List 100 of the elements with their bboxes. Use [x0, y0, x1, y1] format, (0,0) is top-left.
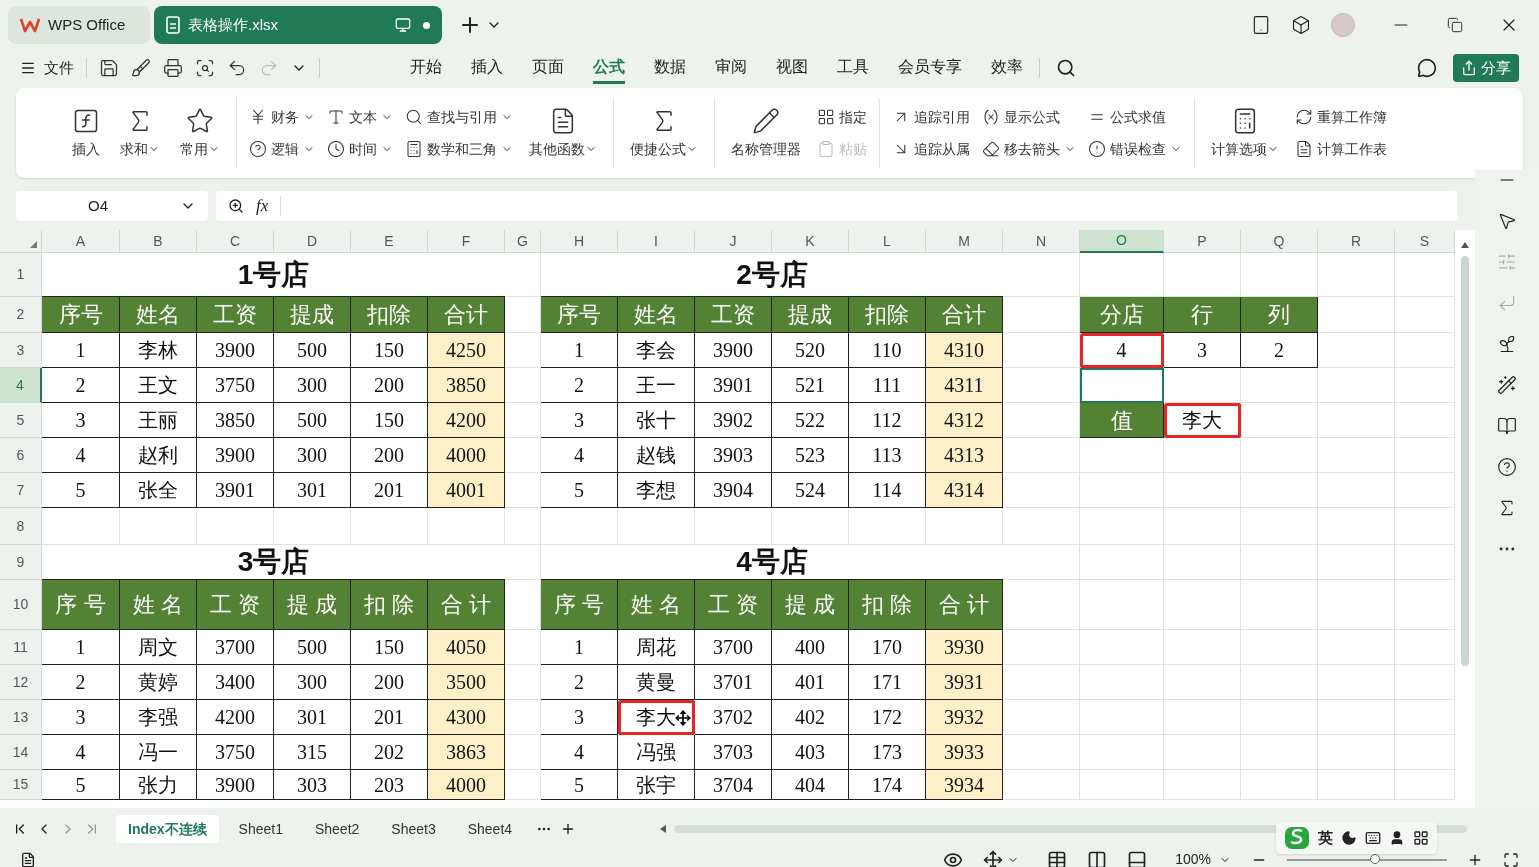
ribbon-button[interactable]: 重算工作簿	[1291, 101, 1391, 133]
select-all-icon[interactable]	[30, 241, 37, 248]
column-header[interactable]: C	[197, 230, 274, 253]
row-header[interactable]: 4	[0, 368, 42, 403]
ribbon-button[interactable]: 移去箭头	[978, 133, 1080, 165]
row-header[interactable]: 15	[0, 770, 42, 800]
menu-tab[interactable]: 开始	[410, 52, 442, 84]
row-header[interactable]: 11	[0, 630, 42, 665]
menu-tab[interactable]: 效率	[991, 52, 1023, 84]
column-header[interactable]: B	[120, 230, 197, 253]
column-header[interactable]: E	[351, 230, 428, 253]
row-header[interactable]: 10	[0, 580, 42, 630]
restore-icon[interactable]	[1447, 17, 1463, 33]
ribbon-button[interactable]: 常用	[172, 102, 228, 164]
column-header[interactable]: L	[849, 230, 926, 253]
page-break-icon[interactable]	[1127, 849, 1148, 867]
pointer-icon[interactable]	[1497, 211, 1517, 231]
move-icon[interactable]	[983, 849, 1004, 867]
status-icon[interactable]	[20, 851, 36, 867]
menu-tab[interactable]: 页面	[532, 52, 564, 84]
column-header[interactable]: R	[1318, 230, 1395, 253]
column-header[interactable]: G	[505, 230, 541, 253]
book-icon[interactable]	[1497, 416, 1517, 436]
row-header[interactable]: 13	[0, 700, 42, 735]
menu-tab[interactable]: 工具	[837, 52, 869, 84]
scroll-left-icon[interactable]	[660, 825, 667, 833]
search-icon[interactable]	[1056, 58, 1076, 78]
file-menu-button[interactable]: 文件	[20, 56, 74, 80]
ribbon-button[interactable]: 名称管理器	[723, 102, 809, 164]
ribbon-button[interactable]: 数学和三角	[401, 133, 517, 165]
print-preview-icon[interactable]	[195, 58, 215, 78]
ribbon-button[interactable]: 错误检查	[1084, 133, 1186, 165]
ribbon-button[interactable]: 公式求值	[1084, 101, 1186, 133]
column-header[interactable]: O	[1080, 230, 1164, 253]
ribbon-button[interactable]: 求和	[112, 102, 168, 164]
column-header[interactable]: M	[926, 230, 1003, 253]
selected-cell[interactable]	[1080, 368, 1164, 403]
ribbon-button[interactable]: 计算工作表	[1291, 133, 1391, 165]
ribbon-button[interactable]: 显示公式	[978, 101, 1080, 133]
ribbon-button[interactable]: 逻辑	[245, 133, 319, 165]
normal-view-icon[interactable]	[1047, 849, 1068, 867]
undo-icon[interactable]	[227, 58, 247, 78]
fullscreen-icon[interactable]	[1503, 851, 1519, 867]
column-header[interactable]: F	[428, 230, 505, 253]
zoom-level[interactable]: 100%	[1175, 849, 1211, 867]
row-header[interactable]: 14	[0, 735, 42, 770]
column-header[interactable]: K	[772, 230, 849, 253]
vertical-scrollbar[interactable]	[1455, 230, 1475, 808]
row-header[interactable]: 5	[0, 403, 42, 438]
brush-icon[interactable]	[131, 58, 151, 78]
menu-tab[interactable]: 审阅	[715, 52, 747, 84]
sheet-tab[interactable]: Index不连续	[116, 815, 219, 843]
column-header[interactable]: I	[618, 230, 695, 253]
column-header[interactable]: Q	[1241, 230, 1318, 253]
formula-input-field[interactable]: fx	[216, 191, 1457, 221]
ribbon-button[interactable]: 计算选项	[1203, 102, 1287, 164]
monitor-icon[interactable]	[395, 17, 411, 33]
chat-icon[interactable]	[1417, 58, 1437, 78]
column-header[interactable]: H	[541, 230, 618, 253]
app-tab[interactable]: WPS Office	[8, 6, 150, 44]
column-header[interactable]: N	[1003, 230, 1080, 253]
sliders-icon[interactable]	[1497, 252, 1517, 272]
row-header[interactable]: 6	[0, 438, 42, 473]
menu-tab[interactable]: 会员专享	[898, 52, 962, 84]
sheet-tab[interactable]: Sheet4	[455, 815, 525, 843]
row-header[interactable]: 12	[0, 665, 42, 700]
ribbon-button[interactable]: 指定	[813, 101, 871, 133]
printer-icon[interactable]	[163, 58, 183, 78]
ribbon-button[interactable]: 插入	[64, 102, 108, 164]
ribbon-button[interactable]: 追踪引用	[888, 101, 974, 133]
column-header[interactable]: D	[274, 230, 351, 253]
ribbon-button[interactable]: 时间	[323, 133, 397, 165]
name-box[interactable]: O4	[16, 191, 208, 221]
ribbon-button[interactable]: 其他函数	[521, 102, 605, 164]
column-header[interactable]: A	[42, 230, 120, 253]
tablet-icon[interactable]	[1251, 15, 1271, 35]
scroll-up-icon[interactable]	[1461, 242, 1469, 248]
row-header[interactable]: 7	[0, 473, 42, 508]
ribbon-button[interactable]: 查找与引用	[401, 101, 517, 133]
ribbon-button[interactable]: 便捷公式	[622, 102, 706, 164]
row-header[interactable]: 8	[0, 508, 42, 545]
help-icon[interactable]	[1497, 457, 1517, 477]
sheet-tab[interactable]: Sheet1	[226, 815, 295, 843]
row-header[interactable]: 9	[0, 545, 42, 580]
column-header[interactable]: J	[695, 230, 772, 253]
row-header[interactable]: 2	[0, 297, 42, 333]
menu-tab[interactable]: 数据	[654, 52, 686, 84]
row-header[interactable]: 1	[0, 253, 42, 297]
sprout-icon[interactable]	[1497, 334, 1517, 354]
column-header[interactable]: P	[1164, 230, 1241, 253]
cube-icon[interactable]	[1291, 15, 1311, 35]
menu-tab[interactable]: 插入	[471, 52, 503, 84]
ribbon-button[interactable]: 追踪从属	[888, 133, 974, 165]
app-tab[interactable]: 表格操作.xlsx	[154, 6, 442, 44]
column-header[interactable]: S	[1395, 230, 1455, 253]
sheet-tab[interactable]: Sheet2	[302, 815, 372, 843]
menu-tab[interactable]: 公式	[593, 52, 625, 84]
menu-tab[interactable]: 视图	[776, 52, 808, 84]
page-view-icon[interactable]	[1087, 849, 1108, 867]
wand-icon[interactable]	[1497, 375, 1517, 395]
